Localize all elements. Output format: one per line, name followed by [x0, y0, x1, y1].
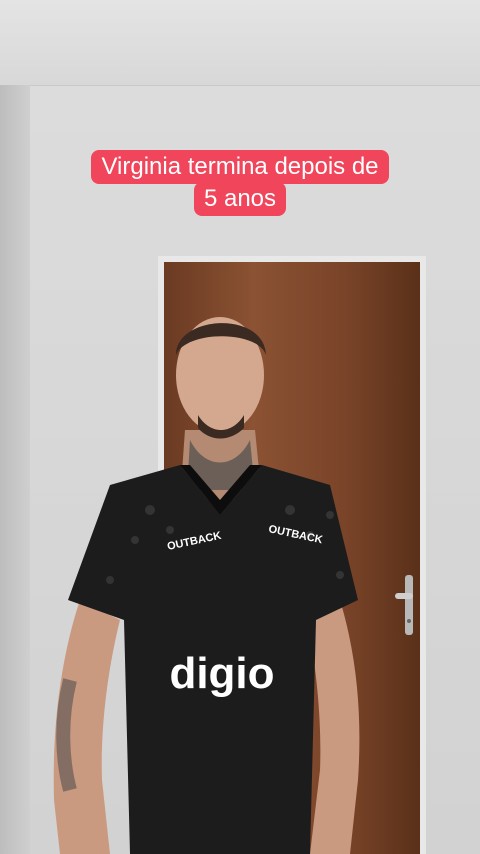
video-frame: OUTBACK OUTBACK digio Virginia termina d… — [0, 0, 480, 854]
caption-line-2: 5 anos — [193, 182, 287, 216]
sponsor-main: digio — [169, 649, 274, 698]
door-handle-icon — [395, 575, 413, 635]
ceiling — [0, 0, 480, 86]
caption-overlay: Virginia termina depois de 5 anos — [0, 150, 480, 216]
person: OUTBACK OUTBACK digio — [53, 317, 360, 854]
caption-line-1: Virginia termina depois de — [91, 150, 389, 184]
